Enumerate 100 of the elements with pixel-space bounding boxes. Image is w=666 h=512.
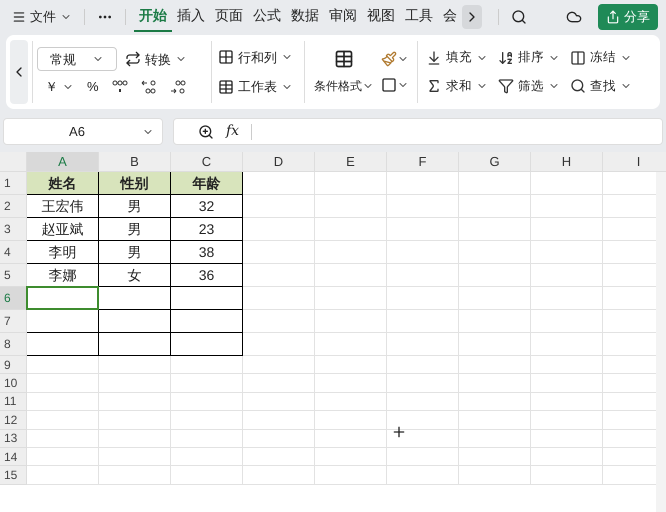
table-cell [459,310,531,333]
ribbon-tab[interactable]: 工具 [400,2,438,32]
convert-button[interactable]: 转换 [125,50,187,69]
table-cell [99,374,171,393]
scroll-right-button[interactable] [462,4,482,28]
table-cell [99,411,171,430]
table-cell [171,356,243,374]
row-header[interactable]: 1 [0,172,27,195]
ribbon-tab[interactable]: 插入 [172,2,210,32]
sum-button[interactable]: 求和 [426,77,488,96]
row-header[interactable]: 3 [0,218,27,241]
table-cell [315,241,387,264]
columns-icon [570,50,586,66]
table-icon [218,78,234,95]
column-header[interactable]: B [99,152,171,171]
ribbon-tab[interactable]: 审阅 [324,2,362,32]
row-header[interactable]: 10 [0,374,27,393]
column-header[interactable]: D [243,152,315,171]
currency-button[interactable]: ￥ [45,77,74,97]
table-cell [315,430,387,448]
ribbon-tab[interactable]: 数据 [286,2,324,32]
table-cell: 38 [171,241,243,264]
row-header[interactable]: 9 [0,356,27,374]
cloud-icon[interactable] [566,8,582,24]
ribbon-tab[interactable]: 开始 [134,2,172,32]
row-header[interactable]: 14 [0,448,27,466]
table-cell: 李明 [27,241,99,264]
row-header[interactable]: 5 [0,264,27,287]
search-icon[interactable] [511,8,527,24]
table-cell [315,411,387,430]
increase-decimal-icon[interactable] [170,79,186,95]
border-button[interactable] [381,77,409,93]
filter-button[interactable]: 筛选 [498,77,560,96]
table-icon [334,49,354,69]
decrease-decimal-icon[interactable] [140,79,157,95]
table-cell: 36 [171,264,243,287]
share-button[interactable]: 分享 [598,4,658,30]
table-cell [459,241,531,264]
table-cell: 年龄 [171,172,243,195]
row-header[interactable]: 2 [0,195,27,218]
column-header[interactable]: G [459,152,531,171]
row-header[interactable]: 15 [0,466,27,485]
format-painter-button[interactable] [381,51,409,67]
table-cell [243,310,315,333]
conditional-format-button[interactable]: 条件格式 [311,49,377,95]
row-header[interactable]: 4 [0,241,27,264]
table-cell [459,218,531,241]
file-menu[interactable]: 文件 [8,6,76,26]
name-box[interactable]: A6 [3,118,163,145]
table-cell [315,392,387,412]
scrollbar[interactable] [656,172,666,512]
column-header[interactable]: A [27,152,99,171]
column-header[interactable]: C [171,152,243,171]
table-cell [27,466,99,485]
table-cell [315,333,387,356]
find-button[interactable]: 查找 [570,77,632,96]
table-cell: 男 [99,241,171,264]
ribbon-tab[interactable]: 视图 [362,2,400,32]
row-header[interactable]: 12 [0,411,27,430]
sort-button[interactable]: 排序 [498,48,560,67]
row-header[interactable]: 13 [0,430,27,448]
ribbon-tab[interactable]: 公式 [248,2,286,32]
function-label[interactable]: fx [226,121,240,142]
column-header[interactable]: E [315,152,387,171]
row-header[interactable]: 6 [0,287,27,310]
fill-button[interactable]: 填充 [426,48,488,67]
table-cell [171,466,243,485]
table-cell [459,448,531,466]
table-cell [387,448,459,466]
table-cell: 男 [99,195,171,218]
row-header[interactable]: 8 [0,333,27,356]
ribbon-tab[interactable]: 会 [438,2,462,32]
freeze-button[interactable]: 冻结 [570,48,632,67]
formula-input[interactable]: fx [173,118,663,145]
table-cell [27,374,99,393]
table-cell [459,287,531,310]
table-cell: 男 [99,218,171,241]
row-header[interactable]: 11 [0,392,27,412]
zoom-icon[interactable] [198,124,214,140]
table-cell [27,430,99,448]
column-header[interactable]: H [531,152,603,171]
table-cell [459,392,531,412]
table-cell [243,430,315,448]
percent-button[interactable]: % [87,77,99,97]
ribbon-tab[interactable]: 页面 [210,2,248,32]
table-cell [171,392,243,412]
rows-columns-button[interactable]: 行和列 [218,48,298,67]
column-header[interactable]: F [387,152,459,171]
table-cell [27,411,99,430]
menu-icon [12,10,26,24]
table-cell [243,241,315,264]
row-header[interactable]: 7 [0,310,27,333]
worksheet-button[interactable]: 工作表 [218,77,298,96]
table-cell [387,287,459,310]
table-cell [387,218,459,241]
column-header[interactable]: I [603,152,666,171]
table-cell: 32 [171,195,243,218]
table-cell [243,333,315,356]
thousands-separator-icon[interactable] [112,80,128,94]
number-format-dropdown[interactable]: 常规 [37,47,117,72]
